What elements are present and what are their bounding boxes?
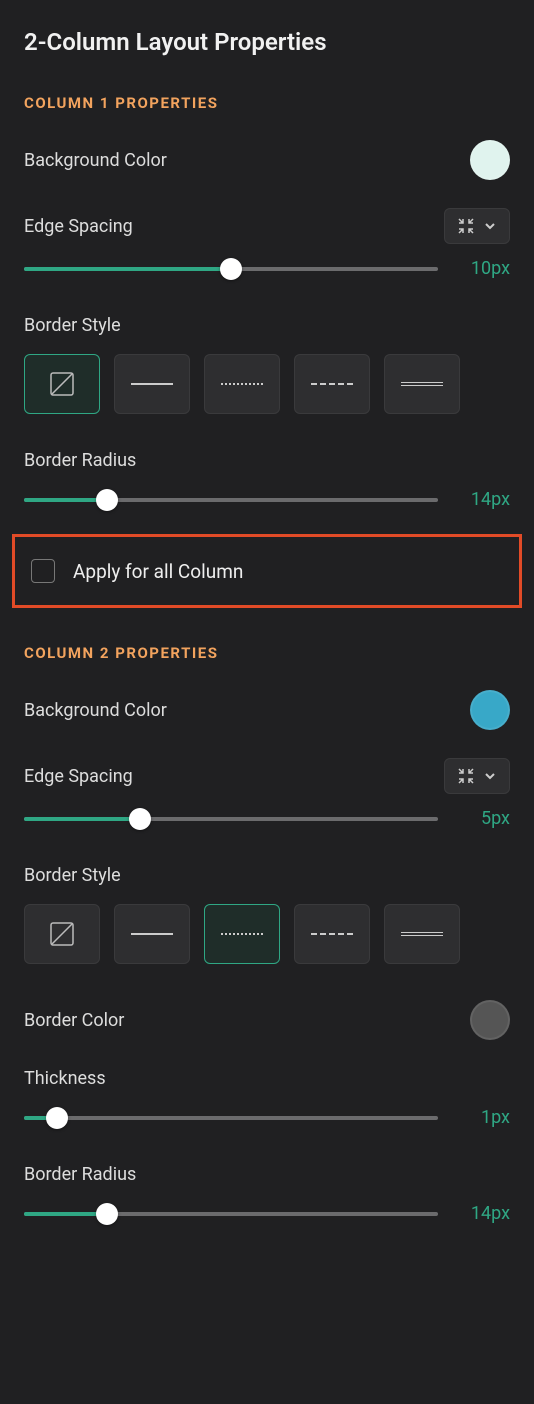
border-style-none-2[interactable] [24,904,100,964]
border-style-double-2[interactable] [384,904,460,964]
edge-spacing-slider-2[interactable] [24,817,438,821]
border-radius-label: Border Radius [24,450,510,471]
edge-spacing-label-2: Edge Spacing [24,766,133,787]
bg-color-swatch[interactable] [470,140,510,180]
edge-spacing-value-2: 5px [462,808,510,829]
border-radius-slider[interactable] [24,498,438,502]
border-radius-value-2: 14px [462,1203,510,1224]
border-style-label-2: Border Style [24,865,510,886]
edge-spacing-value: 10px [462,258,510,279]
border-style-dashed[interactable] [294,354,370,414]
border-style-segmented-2 [24,904,510,964]
border-color-swatch[interactable] [470,1000,510,1040]
border-radius-value: 14px [462,489,510,510]
border-radius-label-2: Border Radius [24,1164,510,1185]
none-icon [48,920,76,948]
spacing-mode-dropdown[interactable] [444,208,510,244]
thickness-value: 1px [462,1107,510,1128]
panel-title: 2-Column Layout Properties [24,28,510,56]
border-color-label: Border Color [24,1010,124,1031]
bg-color-label: Background Color [24,150,167,171]
border-radius-slider-2[interactable] [24,1212,438,1216]
border-style-dotted-2[interactable] [204,904,280,964]
border-style-solid[interactable] [114,354,190,414]
border-style-solid-2[interactable] [114,904,190,964]
collapse-arrows-icon [457,217,475,235]
section-header-col2: COLUMN 2 PROPERTIES [24,644,510,662]
apply-all-highlight: Apply for all Column [12,534,522,608]
border-style-double[interactable] [384,354,460,414]
thickness-label: Thickness [24,1068,510,1089]
collapse-arrows-icon [457,767,475,785]
apply-all-checkbox[interactable] [31,559,55,583]
edge-spacing-label: Edge Spacing [24,216,133,237]
edge-spacing-slider[interactable] [24,267,438,271]
chevron-down-icon [483,769,497,783]
border-style-segmented [24,354,510,414]
bg-color-label-2: Background Color [24,700,167,721]
border-style-dotted[interactable] [204,354,280,414]
thickness-slider[interactable] [24,1116,438,1120]
apply-all-label: Apply for all Column [73,560,243,583]
border-style-dashed-2[interactable] [294,904,370,964]
spacing-mode-dropdown-2[interactable] [444,758,510,794]
none-icon [48,370,76,398]
bg-color-swatch-2[interactable] [470,690,510,730]
section-header-col1: COLUMN 1 PROPERTIES [24,94,510,112]
chevron-down-icon [483,219,497,233]
border-style-none[interactable] [24,354,100,414]
border-style-label: Border Style [24,315,510,336]
